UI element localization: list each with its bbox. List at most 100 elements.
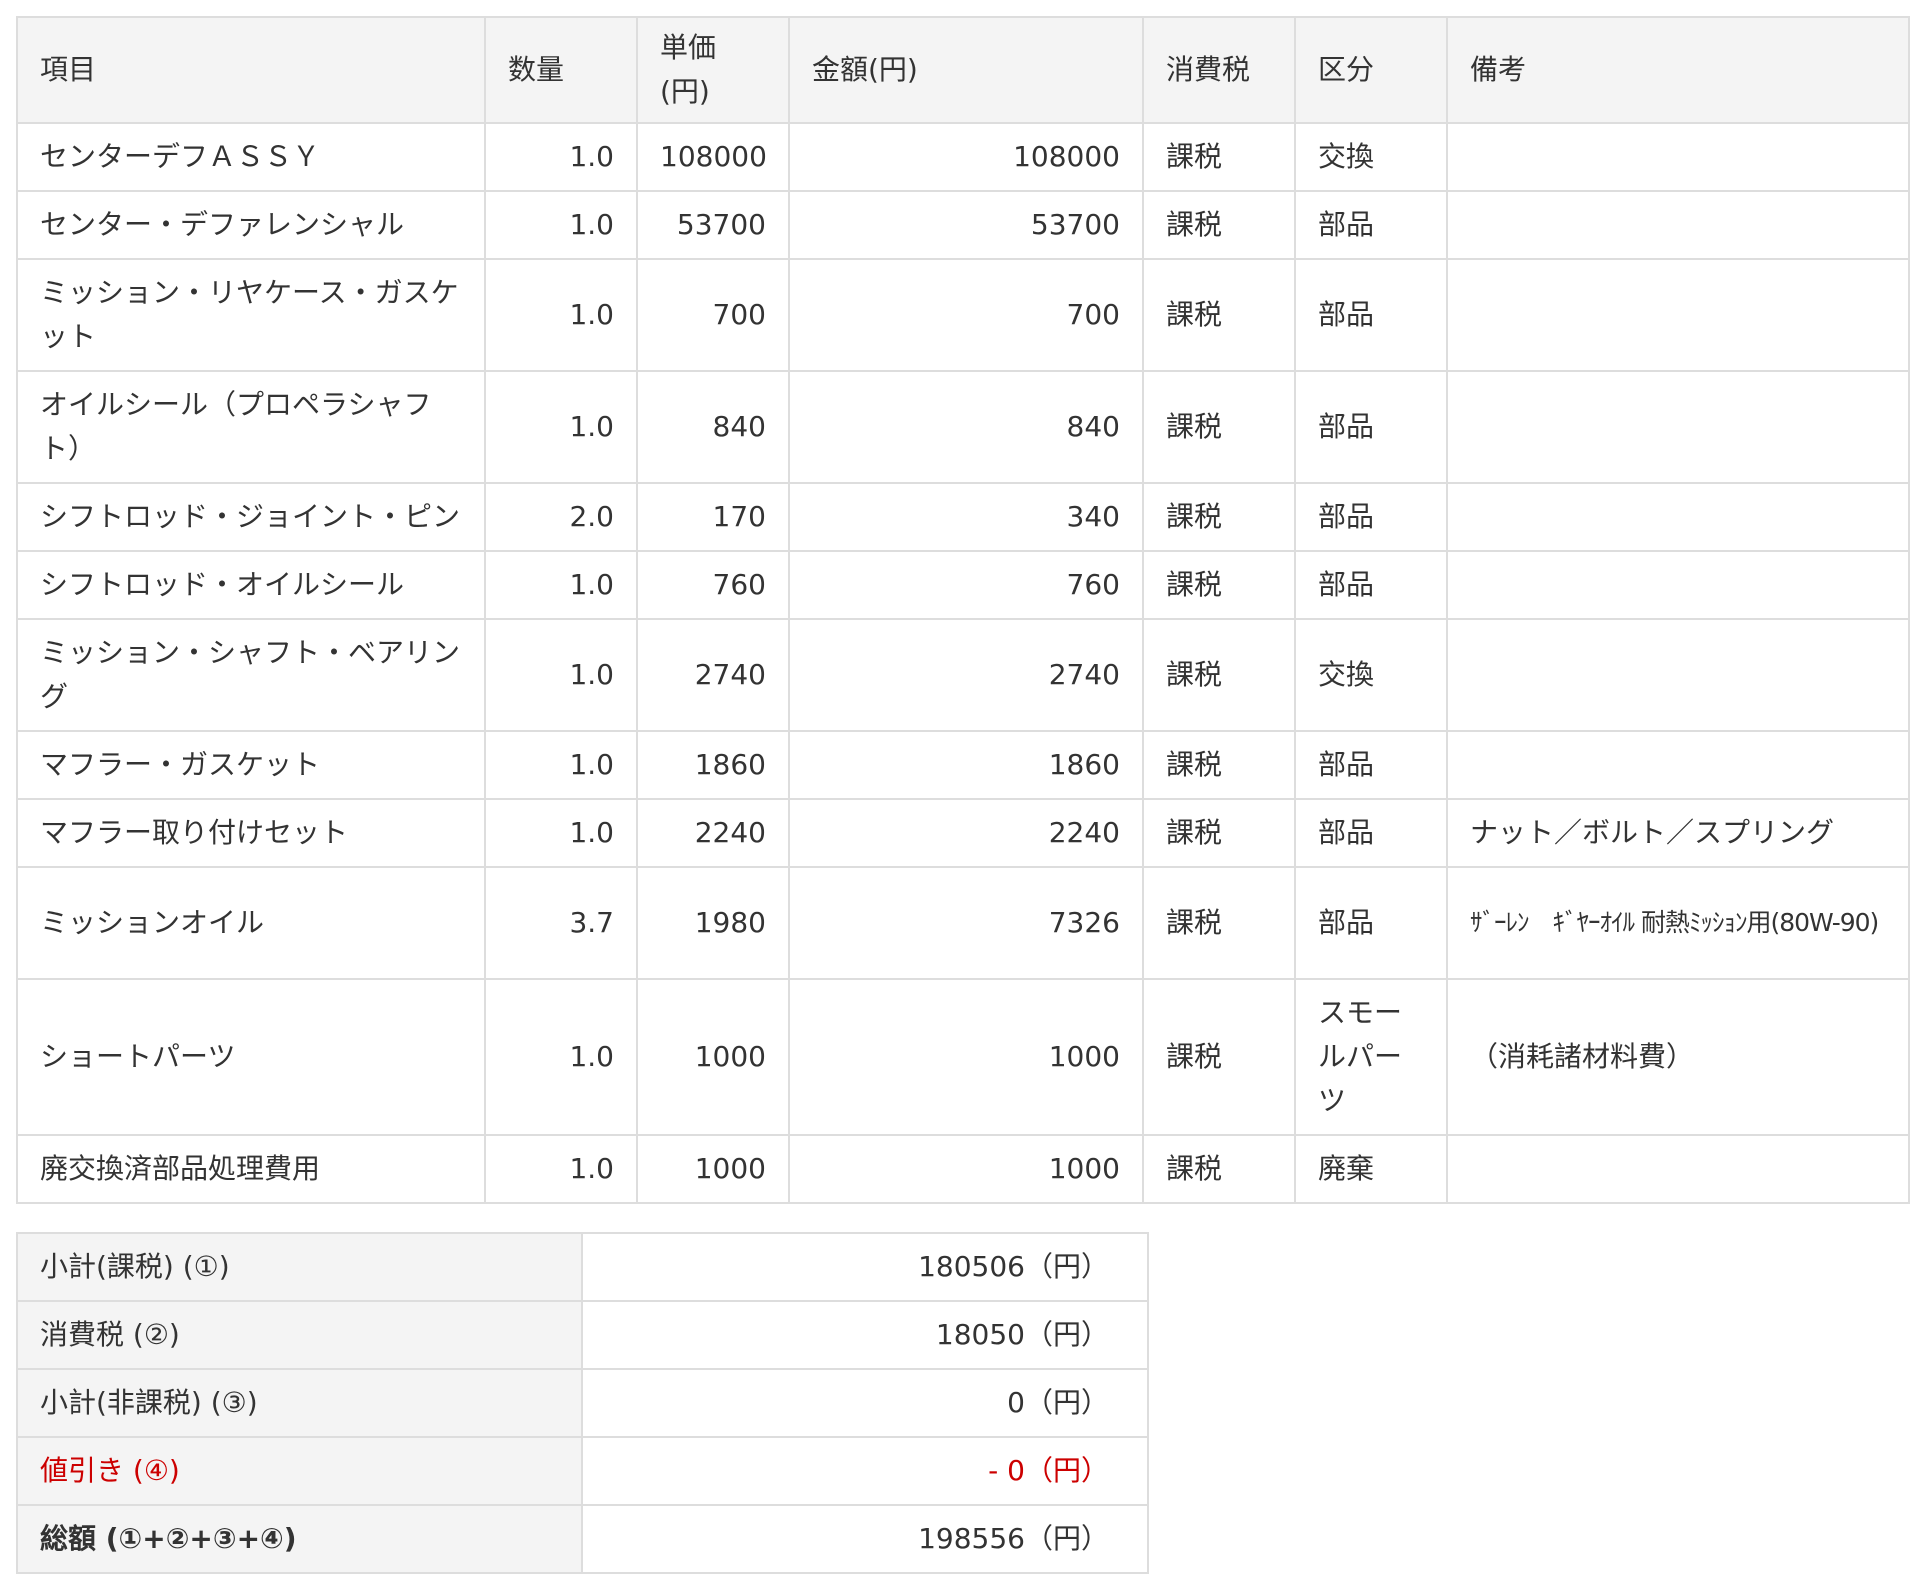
consumption-tax-label: 消費税 (②) [16,1300,583,1370]
cell-qty: 1.0 [484,190,638,260]
cell-qty: 1.0 [484,370,638,484]
cell-qty: 1.0 [484,978,638,1136]
cell-remarks: ｻﾞｰﾚﾝ ｷﾞﾔｰｵｲﾙ 耐熱ﾐｯｼｮﾝ用(80W-90) [1446,866,1910,980]
cell-amount: 108000 [788,122,1144,192]
cell-item: マフラー取り付けセット [16,798,486,868]
cell-unit-price: 700 [636,258,790,372]
cell-remarks [1446,1134,1910,1204]
cell-amount: 760 [788,550,1144,620]
cell-item: シフトロッド・ジョイント・ピン [16,482,486,552]
cell-remarks [1446,550,1910,620]
cell-item: ミッション・リヤケース・ガスケット [16,258,486,372]
cell-remarks [1446,122,1910,192]
cell-unit-price: 1860 [636,730,790,800]
table-row: シフトロッド・オイルシール 1.0 760 760 課税 部品 [16,550,1910,620]
cell-item: センター・デファレンシャル [16,190,486,260]
cell-remarks [1446,258,1910,372]
grand-total-row: 総額 (①+②+③+④) 198556（円） [16,1504,1149,1574]
cell-category: 部品 [1294,866,1448,980]
cell-remarks: （消耗諸材料費） [1446,978,1910,1136]
table-row: ミッション・リヤケース・ガスケット 1.0 700 700 課税 部品 [16,258,1910,372]
table-row: センターデフＡＳＳＹ 1.0 108000 108000 課税 交換 [16,122,1910,192]
cell-qty: 1.0 [484,730,638,800]
cell-amount: 340 [788,482,1144,552]
header-amount: 金額(円) [788,16,1144,124]
cell-amount: 700 [788,258,1144,372]
cell-unit-price: 53700 [636,190,790,260]
cell-qty: 1.0 [484,618,638,732]
subtotal-nontaxable-label: 小計(非課税) (③) [16,1368,583,1438]
cell-qty: 1.0 [484,122,638,192]
cell-unit-price: 2740 [636,618,790,732]
cell-remarks [1446,618,1910,732]
cell-item: ミッション・シャフト・ベアリング [16,618,486,732]
header-tax: 消費税 [1142,16,1296,124]
header-item: 項目 [16,16,486,124]
table-row: マフラー取り付けセット 1.0 2240 2240 課税 部品 ナット／ボルト／… [16,798,1910,868]
cell-item: センターデフＡＳＳＹ [16,122,486,192]
cell-category: 部品 [1294,482,1448,552]
cell-qty: 1.0 [484,1134,638,1204]
table-row: ミッションオイル 3.7 1980 7326 課税 部品 ｻﾞｰﾚﾝ ｷﾞﾔｰｵ… [16,866,1910,980]
cell-item: ミッションオイル [16,866,486,980]
cell-unit-price: 1000 [636,978,790,1136]
table-row: オイルシール（プロペラシャフト） 1.0 840 840 課税 部品 [16,370,1910,484]
table-row: ショートパーツ 1.0 1000 1000 課税 スモールパーツ （消耗諸材料費… [16,978,1910,1136]
cell-item: マフラー・ガスケット [16,730,486,800]
cell-remarks [1446,370,1910,484]
grand-total-value: 198556（円） [581,1504,1149,1574]
cell-amount: 1000 [788,1134,1144,1204]
cell-tax: 課税 [1142,866,1296,980]
cell-remarks [1446,190,1910,260]
cell-amount: 7326 [788,866,1144,980]
cell-tax: 課税 [1142,798,1296,868]
subtotal-nontaxable-value: 0（円） [581,1368,1149,1438]
cell-amount: 1000 [788,978,1144,1136]
cell-amount: 2240 [788,798,1144,868]
cell-tax: 課税 [1142,482,1296,552]
cell-unit-price: 840 [636,370,790,484]
table-header-row: 項目 数量 単価 (円) 金額(円) 消費税 区分 備考 [16,16,1910,124]
grand-total-label: 総額 (①+②+③+④) [16,1504,583,1574]
cell-tax: 課税 [1142,370,1296,484]
cell-tax: 課税 [1142,258,1296,372]
cell-amount: 1860 [788,730,1144,800]
cell-unit-price: 2240 [636,798,790,868]
table-row: ミッション・シャフト・ベアリング 1.0 2740 2740 課税 交換 [16,618,1910,732]
cell-remarks [1446,482,1910,552]
cell-category: 廃棄 [1294,1134,1448,1204]
cell-tax: 課税 [1142,730,1296,800]
cell-tax: 課税 [1142,1134,1296,1204]
cell-item: シフトロッド・オイルシール [16,550,486,620]
cell-qty: 3.7 [484,866,638,980]
table-row: マフラー・ガスケット 1.0 1860 1860 課税 部品 [16,730,1910,800]
table-row: センター・デファレンシャル 1.0 53700 53700 課税 部品 [16,190,1910,260]
cell-qty: 1.0 [484,798,638,868]
cell-category: スモールパーツ [1294,978,1448,1136]
subtotal-taxable-value: 180506（円） [581,1232,1149,1302]
cell-item: 廃交換済部品処理費用 [16,1134,486,1204]
discount-value: - 0（円） [581,1436,1149,1506]
cell-tax: 課税 [1142,618,1296,732]
cell-remarks: ナット／ボルト／スプリング [1446,798,1910,868]
cell-item: オイルシール（プロペラシャフト） [16,370,486,484]
discount-label: 値引き (④) [16,1436,583,1506]
header-category: 区分 [1294,16,1448,124]
cell-unit-price: 760 [636,550,790,620]
subtotal-taxable-row: 小計(課税) (①) 180506（円） [16,1232,1149,1302]
consumption-tax-value: 18050（円） [581,1300,1149,1370]
cell-category: 部品 [1294,550,1448,620]
cell-category: 交換 [1294,122,1448,192]
header-unit-price: 単価 (円) [636,16,790,124]
estimate-items-table: 項目 数量 単価 (円) 金額(円) 消費税 区分 備考 センターデフＡＳＳＹ 1… [16,16,1910,1204]
cell-qty: 2.0 [484,482,638,552]
cell-remarks [1446,730,1910,800]
cell-unit-price: 1980 [636,866,790,980]
header-unit-price-line1: 単価 [660,31,717,64]
table-row: シフトロッド・ジョイント・ピン 2.0 170 340 課税 部品 [16,482,1910,552]
cell-unit-price: 108000 [636,122,790,192]
cell-category: 部品 [1294,798,1448,868]
cell-category: 部品 [1294,370,1448,484]
cell-category: 部品 [1294,258,1448,372]
cell-qty: 1.0 [484,550,638,620]
